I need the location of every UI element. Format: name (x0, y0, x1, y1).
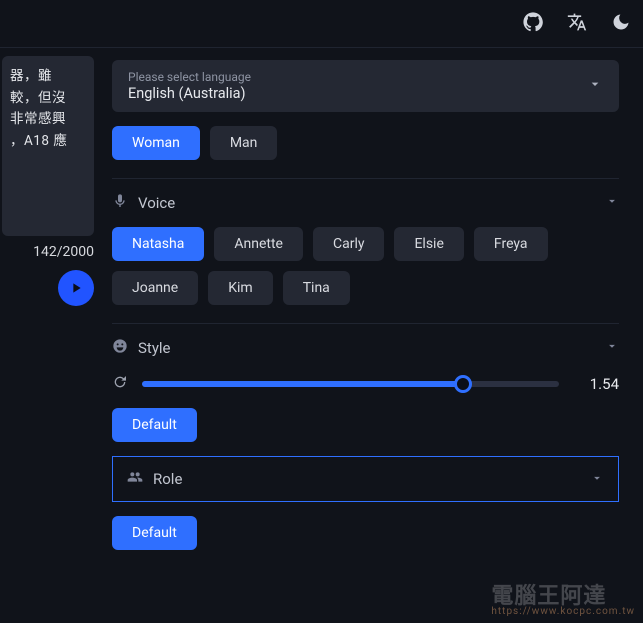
voice-kim[interactable]: Kim (208, 271, 272, 305)
text-line: 非常感興 (10, 109, 86, 131)
style-section: Style 1.54 Default (112, 323, 619, 442)
watermark-url: https://www.kocpc.com.tw (491, 606, 635, 617)
style-value: 1.54 (573, 375, 619, 393)
watermark: 電腦王阿達 https://www.kocpc.com.tw (491, 578, 635, 617)
language-labels: Please select language English (Australi… (128, 70, 251, 102)
char-counter: 142/2000 (33, 244, 94, 260)
gender-man[interactable]: Man (210, 126, 278, 160)
style-slider-row: 1.54 (112, 374, 619, 394)
style-default-button[interactable]: Default (112, 408, 197, 442)
gender-row: Woman Man (112, 126, 619, 160)
voice-joanne[interactable]: Joanne (112, 271, 198, 305)
role-title: Role (153, 470, 580, 488)
main-container: 器，雖 較，但沒 非常感興 ，A18 應 142/2000 Please sel… (0, 48, 643, 623)
left-column: 器，雖 較，但沒 非常感興 ，A18 應 142/2000 (0, 48, 100, 623)
translate-icon[interactable] (567, 12, 587, 36)
text-line: ，A18 應 (10, 131, 86, 153)
voice-elsie[interactable]: Elsie (394, 227, 463, 261)
role-chips: Default (112, 516, 619, 550)
voice-title: Voice (138, 194, 175, 212)
text-input[interactable]: 器，雖 較，但沒 非常感興 ，A18 應 (2, 56, 94, 236)
smile-icon (112, 338, 128, 358)
style-title: Style (138, 339, 171, 357)
text-line: 較，但沒 (10, 88, 86, 110)
style-chips: Default (112, 408, 619, 442)
voice-tina[interactable]: Tina (283, 271, 350, 305)
right-column: Please select language English (Australi… (100, 48, 643, 623)
voice-row: Natasha Annette Carly Elsie Freya Joanne Kim Ti… (112, 227, 619, 305)
topbar (0, 0, 643, 48)
voice-carly[interactable]: Carly (313, 227, 385, 261)
text-line: 器，雖 (10, 66, 86, 88)
chevron-down-icon (605, 194, 619, 212)
play-icon (68, 280, 84, 296)
mic-icon (112, 193, 128, 213)
role-default-button[interactable]: Default (112, 516, 197, 550)
chevron-down-icon (587, 76, 603, 96)
style-slider[interactable] (142, 381, 559, 387)
voice-freya[interactable]: Freya (474, 227, 548, 261)
style-header[interactable]: Style (112, 338, 619, 358)
reset-icon[interactable] (112, 374, 128, 394)
language-value: English (Australia) (128, 85, 251, 102)
chevron-down-icon (605, 339, 619, 357)
gender-woman[interactable]: Woman (112, 126, 200, 160)
language-select[interactable]: Please select language English (Australi… (112, 60, 619, 112)
voice-section: Voice Natasha Annette Carly Elsie Freya Joann… (112, 178, 619, 305)
voice-natasha[interactable]: Natasha (112, 227, 204, 261)
role-header[interactable]: Role (112, 456, 619, 502)
slider-thumb[interactable] (454, 375, 472, 393)
voice-header[interactable]: Voice (112, 193, 619, 213)
voice-annette[interactable]: Annette (214, 227, 303, 261)
language-hint: Please select language (128, 70, 251, 84)
people-icon (127, 469, 143, 489)
github-icon[interactable] (523, 12, 543, 36)
chevron-down-icon (590, 470, 604, 489)
moon-icon[interactable] (611, 12, 631, 36)
play-button[interactable] (58, 270, 94, 306)
